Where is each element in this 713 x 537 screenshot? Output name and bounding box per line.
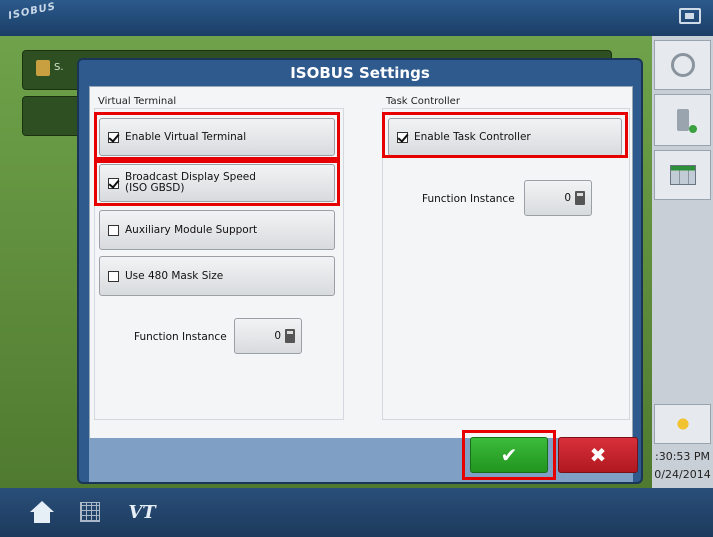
display-toggle-icon[interactable] (679, 8, 701, 24)
vt-function-instance-label: Function Instance (134, 331, 227, 343)
task-controller-section-label: Task Controller (386, 96, 460, 107)
table-icon (669, 165, 696, 185)
virtual-terminal-section-label: Virtual Terminal (98, 96, 177, 107)
enable-virtual-terminal-checkbox[interactable]: Enable Virtual Terminal (99, 118, 335, 156)
wrench-icon (670, 53, 695, 77)
keypad-button[interactable] (70, 492, 110, 532)
vt-icon: VT (128, 501, 156, 523)
checkbox-checked-icon (108, 177, 119, 189)
weather-icon (671, 413, 694, 435)
clock-time: :30:53 PM (654, 450, 711, 463)
dialog-footer (89, 438, 633, 482)
vt-button[interactable]: VT (122, 492, 162, 532)
vt-function-instance-field[interactable]: 0 (234, 318, 302, 354)
enable-task-controller-checkbox[interactable]: Enable Task Controller (388, 118, 622, 156)
broadcast-display-speed-checkbox[interactable]: Broadcast Display Speed (ISO GBSD) (99, 164, 335, 202)
checkbox-unchecked-icon (108, 270, 119, 282)
auxiliary-module-support-checkbox[interactable]: Auxiliary Module Support (99, 210, 335, 250)
farmer-icon (36, 60, 50, 76)
brand-logo: ISOBUS (7, 1, 57, 22)
top-bar: ISOBUS (0, 0, 713, 36)
checkmark-icon: ✔ (500, 443, 518, 467)
clock-date: 0/24/2014 (654, 468, 711, 481)
enable-virtual-terminal-label: Enable Virtual Terminal (125, 130, 247, 143)
tc-function-instance-value: 0 (564, 192, 571, 204)
usb-button[interactable] (654, 94, 711, 146)
enable-task-controller-label: Enable Task Controller (414, 130, 531, 143)
cancel-button[interactable]: ✖ (558, 437, 638, 473)
auxiliary-module-support-label: Auxiliary Module Support (125, 223, 258, 236)
home-button[interactable] (22, 492, 62, 532)
confirm-button[interactable]: ✔ (470, 437, 548, 473)
dialog-title: ISOBUS Settings (290, 64, 430, 82)
calculator-icon (575, 191, 585, 205)
close-icon: ✖ (589, 443, 607, 467)
checkbox-checked-icon (108, 131, 119, 143)
weather-button[interactable] (654, 404, 711, 444)
checkbox-unchecked-icon (108, 224, 119, 236)
tc-function-instance-label: Function Instance (422, 193, 515, 205)
bottom-bar: VT (0, 488, 713, 537)
vt-function-instance-value: 0 (274, 330, 281, 342)
home-icon (30, 500, 54, 523)
checkbox-checked-icon (397, 131, 408, 143)
background-card (22, 96, 82, 136)
calculator-icon (285, 329, 295, 343)
tools-button[interactable] (654, 40, 711, 90)
keypad-icon (80, 502, 100, 522)
tc-function-instance-field[interactable]: 0 (524, 180, 592, 216)
background-card-label: S. (54, 62, 64, 73)
usb-icon (676, 109, 697, 133)
broadcast-display-speed-sublabel: (ISO GBSD) (125, 182, 185, 194)
table-button[interactable] (654, 150, 711, 200)
use-480-mask-size-label: Use 480 Mask Size (125, 269, 224, 282)
right-rail: :30:53 PM 0/24/2014 (652, 36, 713, 488)
use-480-mask-size-checkbox[interactable]: Use 480 Mask Size (99, 256, 335, 296)
